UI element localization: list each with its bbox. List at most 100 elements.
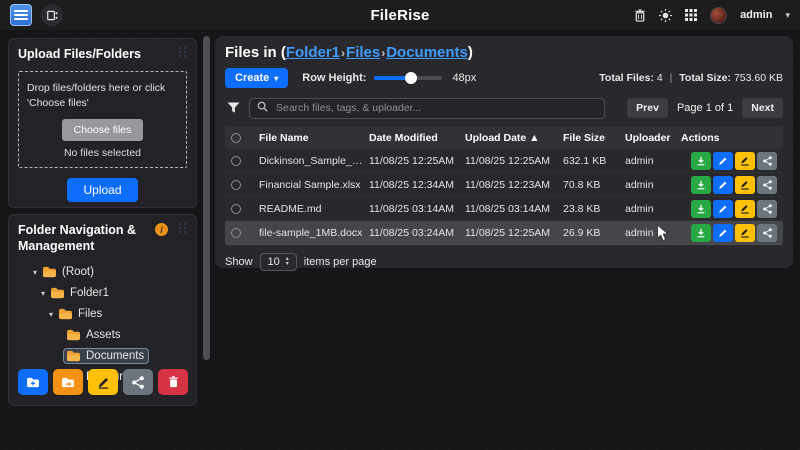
download-button[interactable]: [691, 200, 711, 218]
page-size-select[interactable]: 10 ▴▾: [260, 253, 297, 271]
table-row[interactable]: file-sample_1MB.docx 11/08/25 03:24AM 11…: [225, 221, 783, 245]
edit-button[interactable]: [713, 152, 733, 170]
title-suffix: ): [468, 44, 473, 61]
rename-button[interactable]: [735, 224, 755, 242]
file-name[interactable]: file-sample_1MB.docx: [259, 227, 363, 239]
row-checkbox[interactable]: [231, 204, 241, 214]
pen-line-icon: [740, 180, 750, 190]
row-checkbox[interactable]: [231, 228, 241, 238]
theme-toggle-sun-icon[interactable]: [659, 9, 672, 22]
trash-icon: [168, 376, 179, 388]
header-date-modified[interactable]: Date Modified: [369, 132, 459, 144]
table-row[interactable]: Financial Sample.xlsx 11/08/25 12:34AM 1…: [225, 173, 783, 197]
share-button[interactable]: [757, 200, 777, 218]
user-menu-caret-icon[interactable]: ▾: [785, 10, 790, 21]
search-input[interactable]: [249, 98, 605, 119]
prev-page-button[interactable]: Prev: [627, 98, 668, 118]
row-height-slider-thumb[interactable]: [405, 72, 417, 84]
tree-item-assets[interactable]: Assets: [18, 327, 187, 343]
user-avatar[interactable]: [710, 7, 727, 24]
choose-files-button[interactable]: Choose files: [62, 119, 144, 141]
vertical-scrollbar[interactable]: [203, 36, 210, 360]
row-checkbox[interactable]: [231, 156, 241, 166]
pen-line-icon: [740, 204, 750, 214]
upload-button[interactable]: Upload: [67, 178, 137, 202]
rename-button[interactable]: [735, 200, 755, 218]
delete-folder-button[interactable]: [158, 369, 188, 395]
create-button[interactable]: Create▾: [225, 68, 288, 88]
trash-icon[interactable]: [634, 9, 646, 22]
header-file-size[interactable]: File Size: [563, 132, 619, 144]
file-size: 26.9 KB: [563, 227, 619, 239]
share-button[interactable]: [757, 152, 777, 170]
pencil-icon: [718, 156, 728, 166]
filter-funnel-icon[interactable]: [225, 102, 241, 114]
next-page-button[interactable]: Next: [742, 98, 783, 118]
uploader: admin: [625, 203, 675, 215]
tree-caret-icon[interactable]: ▾: [38, 289, 48, 298]
download-icon: [696, 204, 706, 214]
rename-button[interactable]: [735, 176, 755, 194]
tree-item-folder1[interactable]: ▾ Folder1: [18, 285, 187, 301]
upload-dropzone[interactable]: Drop files/folders here or click 'Choose…: [18, 71, 187, 168]
user-name[interactable]: admin: [740, 9, 772, 21]
search-row: Prev Page 1 of 1 Next: [225, 97, 783, 119]
apps-grid-icon[interactable]: [685, 9, 697, 21]
panel-icon: [47, 10, 58, 21]
table-row[interactable]: Dickinson_Sample_Slides.pptx 11/08/25 12…: [225, 149, 783, 173]
filerise-logo-icon[interactable]: [10, 4, 32, 26]
info-icon[interactable]: i: [155, 223, 168, 236]
app-screen: FileRise: [0, 0, 800, 450]
folder-icon: [42, 266, 57, 278]
row-checkbox[interactable]: [231, 180, 241, 190]
view-toggle-button[interactable]: [41, 4, 63, 26]
date-modified: 11/08/25 03:14AM: [369, 203, 459, 215]
rename-folder-button[interactable]: [88, 369, 118, 395]
breadcrumb-files[interactable]: Files: [346, 44, 380, 61]
date-modified: 11/08/25 12:25AM: [369, 155, 459, 167]
edit-button[interactable]: [713, 200, 733, 218]
header-upload-date[interactable]: Upload Date ▲: [465, 132, 557, 144]
folder-tree: ▾ (Root) ▾ Folder1 ▾ Files Assets Docume…: [18, 264, 187, 385]
header-file-name[interactable]: File Name: [259, 132, 363, 144]
folder-action-buttons: [18, 369, 188, 395]
breadcrumb-folder1[interactable]: Folder1: [286, 44, 340, 61]
row-height-label: Row Height:: [302, 72, 366, 84]
download-button[interactable]: [691, 152, 711, 170]
show-label: Show: [225, 256, 253, 268]
file-name[interactable]: README.md: [259, 203, 363, 215]
select-all-checkbox[interactable]: [231, 133, 241, 143]
file-name[interactable]: Dickinson_Sample_Slides.pptx: [259, 155, 363, 167]
edit-button[interactable]: [713, 224, 733, 242]
download-button[interactable]: [691, 224, 711, 242]
move-folder-button[interactable]: [53, 369, 83, 395]
download-icon: [696, 228, 706, 238]
pagination: Prev Page 1 of 1 Next: [627, 98, 783, 118]
pencil-icon: [718, 228, 728, 238]
rename-button[interactable]: [735, 152, 755, 170]
tree-item-root[interactable]: ▾ (Root): [18, 264, 187, 280]
row-height-slider[interactable]: [374, 76, 442, 80]
tree-caret-icon[interactable]: ▾: [46, 310, 56, 319]
share-button[interactable]: [757, 176, 777, 194]
app-title: FileRise: [370, 7, 429, 24]
edit-button[interactable]: [713, 176, 733, 194]
header-uploader[interactable]: Uploader: [625, 132, 675, 144]
tree-item-documents[interactable]: Documents: [18, 348, 187, 364]
create-folder-button[interactable]: [18, 369, 48, 395]
download-button[interactable]: [691, 176, 711, 194]
table-row[interactable]: README.md 11/08/25 03:14AM 11/08/25 03:1…: [225, 197, 783, 221]
drag-handle-icon[interactable]: [179, 47, 187, 57]
file-table: File Name Date Modified Upload Date ▲ Fi…: [225, 127, 783, 245]
file-name[interactable]: Financial Sample.xlsx: [259, 179, 363, 191]
share-folder-button[interactable]: [123, 369, 153, 395]
drag-handle-icon[interactable]: [179, 223, 187, 233]
row-height-value: 48px: [452, 72, 476, 84]
tree-caret-icon[interactable]: ▾: [30, 268, 40, 277]
search-icon: [257, 99, 268, 117]
share-button[interactable]: [757, 224, 777, 242]
breadcrumb-documents[interactable]: Documents: [386, 44, 468, 61]
upload-card: Upload Files/Folders Drop files/folders …: [8, 38, 197, 208]
tree-item-files[interactable]: ▾ Files: [18, 306, 187, 322]
title-prefix: Files in (: [225, 44, 286, 61]
